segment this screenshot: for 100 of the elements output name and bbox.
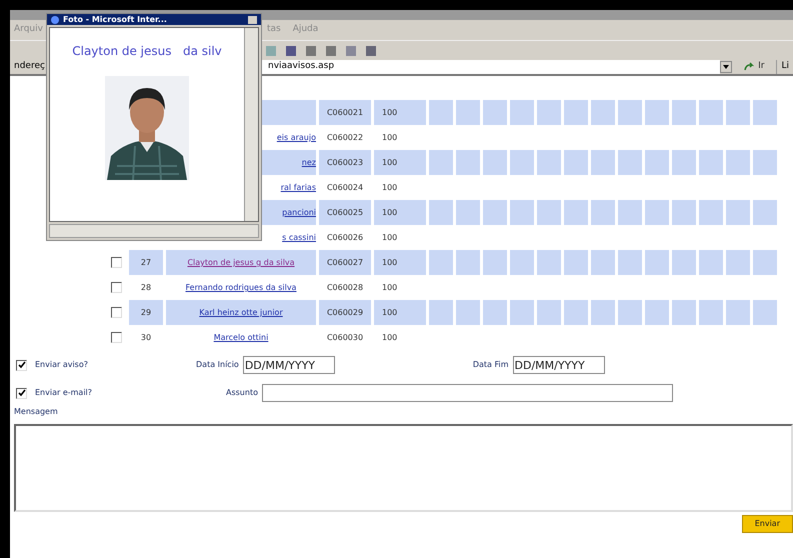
table-cell [726,150,750,175]
end-date-label: Data Fim [472,359,508,371]
vertical-scrollbar[interactable] [244,28,258,221]
name-link[interactable]: ral farias [280,183,316,192]
checkbox[interactable] [110,307,122,318]
table-cell [510,100,534,125]
table-cell [753,200,777,225]
table-cell [672,250,696,275]
checkbox[interactable] [110,332,122,343]
table-cell [618,150,642,175]
table-cell: 29 [129,300,163,325]
caret-icon [723,65,730,69]
table-cell [564,100,588,125]
name-link[interactable]: pancioni [282,208,316,217]
notice-label: Enviar aviso? [35,359,88,371]
table-cell [483,250,507,275]
table-cell [429,250,453,275]
toolbar-icon[interactable] [305,44,317,56]
table-cell: C060027 [319,250,371,275]
table-cell [510,200,534,225]
table-cell [699,150,723,175]
table-cell [537,300,561,325]
table-cell [456,250,480,275]
name-link[interactable]: Clayton de jesus g da silva [166,258,316,267]
table-cell [699,250,723,275]
table-cell [483,100,507,125]
horizontal-scrollbar[interactable] [49,224,259,238]
email-label: Enviar e-mail? [35,387,92,399]
table-cell: C060023 [319,150,371,175]
table-cell: 27 [129,250,163,275]
message-field[interactable] [14,424,793,512]
name-link[interactable]: nez [302,158,316,167]
checkbox[interactable] [110,257,122,268]
table-cell [429,100,453,125]
checkbox[interactable] [110,282,122,293]
table-cell: C060025 [319,200,371,225]
table-cell [591,250,615,275]
address-label: ndereç [13,60,46,74]
table-cell [753,250,777,275]
links-label[interactable]: Li [776,60,793,74]
table-cell [564,300,588,325]
table-cell [429,200,453,225]
table-cell [753,100,777,125]
table-cell [645,150,669,175]
checkmark-icon [18,361,26,369]
table-cell [510,250,534,275]
end-date-field[interactable]: DD/MM/YYYY [512,356,604,374]
start-date-field[interactable]: DD/MM/YYYY [242,356,335,374]
checkbox[interactable] [16,388,27,398]
table-cell [537,150,561,175]
table-cell [618,200,642,225]
table-cell [672,200,696,225]
table-cell [699,100,723,125]
checkbox[interactable] [16,360,27,370]
table-cell: 100 [374,200,426,225]
table-cell [591,300,615,325]
table-cell [483,200,507,225]
table-cell [564,200,588,225]
table-cell [645,250,669,275]
toolbar-icon[interactable] [365,44,377,56]
table-cell [618,250,642,275]
table-cell [672,300,696,325]
message-label: Mensagem [13,406,59,418]
table-cell [726,200,750,225]
table-cell [726,300,750,325]
table-cell [456,300,480,325]
toolbar-icon[interactable] [325,44,337,56]
toolbar-icon[interactable] [285,44,297,56]
table-cell: 100 [374,300,426,325]
name-link[interactable]: s cassini [282,233,316,242]
go-button[interactable]: Ir [732,60,776,74]
table-cell [564,150,588,175]
table-cell [456,200,480,225]
table-cell [753,150,777,175]
dropdown-button[interactable] [720,61,732,73]
table-cell [537,100,561,125]
close-icon[interactable] [248,16,257,24]
table-cell [591,200,615,225]
table-cell: 100 [374,250,426,275]
subject-field[interactable] [262,384,673,402]
table-cell [618,100,642,125]
person-name: Clayton de jesus da silv [72,43,222,60]
name-link[interactable]: eis araujo [276,133,316,142]
table-cell [699,200,723,225]
table-cell [591,100,615,125]
table-cell: C060029 [319,300,371,325]
table-cell [483,150,507,175]
table-cell [645,100,669,125]
name-link[interactable]: Karl heinz otte junior [166,308,316,317]
name-link[interactable]: Fernando rodrigues da silva [166,283,316,292]
table-cell: 100 [374,100,426,125]
table-cell [618,300,642,325]
table-cell [672,150,696,175]
window-icon [51,16,59,24]
name-link[interactable]: Marcelo ottini [166,333,316,342]
table-cell [510,150,534,175]
table-cell [645,300,669,325]
table-cell [537,250,561,275]
table-cell [672,100,696,125]
send-button[interactable]: Enviar [742,515,793,533]
